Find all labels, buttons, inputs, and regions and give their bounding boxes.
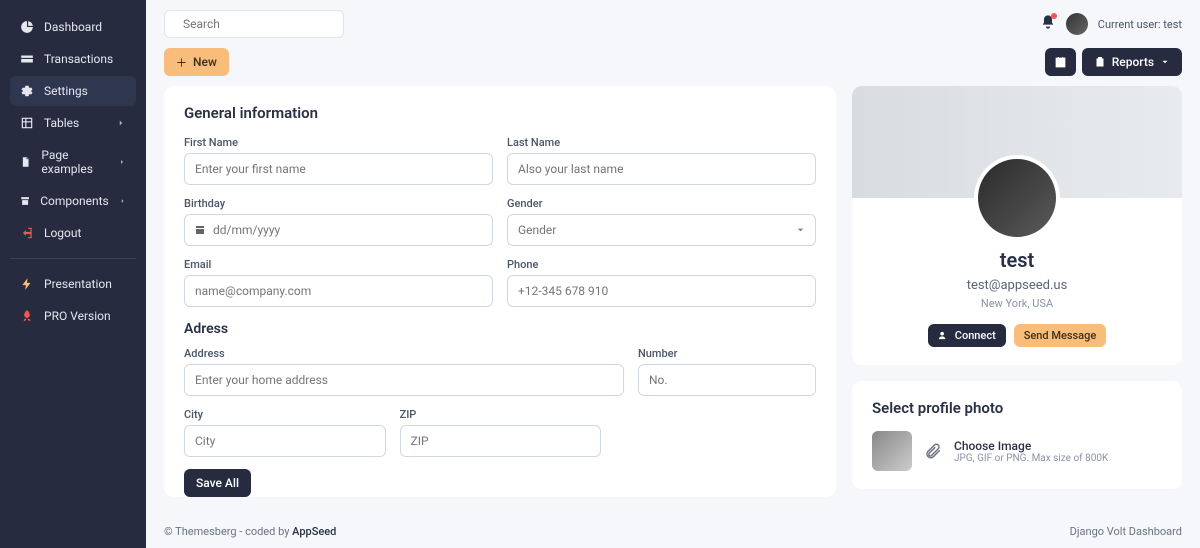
photo-thumbnail: [872, 431, 912, 471]
calendar-icon: [1054, 56, 1067, 69]
upload-hint: JPG, GIF or PNG. Max size of 800K: [954, 453, 1108, 464]
chevron-right-icon: [116, 118, 126, 128]
sidebar-item-label: Transactions: [44, 52, 113, 66]
address-input[interactable]: [184, 364, 624, 396]
upload-card: Select profile photo Choose Image JPG, G…: [852, 381, 1182, 489]
card-icon: [20, 52, 34, 66]
clipboard-icon: [1094, 56, 1106, 68]
email-label: Email: [184, 258, 493, 271]
paperclip-icon[interactable]: [924, 442, 942, 460]
plus-icon: [176, 57, 187, 68]
profile-location: New York, USA: [870, 297, 1164, 310]
profile-cover: [852, 86, 1182, 198]
phone-input[interactable]: [507, 275, 816, 307]
chevron-right-icon: [119, 196, 126, 206]
footer: © Themesberg - coded by AppSeed Django V…: [146, 515, 1200, 548]
last-name-label: Last Name: [507, 136, 816, 149]
chevron-down-icon: [1160, 57, 1170, 67]
sidebar-item-components[interactable]: Components: [10, 186, 136, 216]
notifications-button[interactable]: [1040, 14, 1056, 34]
content: General information First Name Last Name…: [146, 86, 1200, 515]
current-user-label: Current user: test: [1098, 18, 1182, 31]
notification-dot: [1051, 13, 1057, 19]
address-label: Address: [184, 347, 624, 360]
gear-icon: [20, 84, 34, 98]
logout-icon: [20, 226, 34, 240]
topbar: Current user: test: [146, 0, 1200, 48]
profile-name: test: [870, 248, 1164, 272]
first-name-input[interactable]: [184, 153, 493, 185]
button-label: Reports: [1112, 55, 1154, 69]
upload-title: Select profile photo: [872, 399, 1162, 417]
footer-right[interactable]: Django Volt Dashboard: [1070, 525, 1182, 538]
actionbar: New Reports: [146, 48, 1200, 86]
send-message-button[interactable]: Send Message: [1014, 324, 1107, 347]
user-plus-icon: [938, 330, 949, 341]
zip-label: ZIP: [400, 408, 602, 421]
birthday-input[interactable]: [184, 214, 493, 246]
last-name-input[interactable]: [507, 153, 816, 185]
number-label: Number: [638, 347, 816, 360]
sidebar: Dashboard Transactions Settings Tables P…: [0, 0, 146, 548]
avatar[interactable]: [1066, 13, 1088, 35]
sidebar-item-label: Dashboard: [44, 20, 102, 34]
footer-link[interactable]: AppSeed: [292, 525, 336, 538]
new-button[interactable]: New: [164, 48, 229, 76]
gender-select[interactable]: [507, 214, 816, 246]
footer-left: © Themesberg - coded by AppSeed: [164, 525, 336, 538]
profile-email: test@appseed.us: [870, 278, 1164, 293]
bolt-icon: [20, 277, 34, 291]
sidebar-item-label: Components: [40, 194, 109, 208]
search-input[interactable]: [183, 17, 339, 31]
sidebar-item-pro[interactable]: PRO Version: [10, 301, 136, 331]
city-input[interactable]: [184, 425, 386, 457]
choose-image-label[interactable]: Choose Image: [954, 439, 1108, 453]
section-title-general: General information: [184, 104, 816, 122]
profile-card: test test@appseed.us New York, USA Conne…: [852, 86, 1182, 365]
pie-icon: [20, 20, 34, 34]
gender-label: Gender: [507, 197, 816, 210]
sidebar-item-label: Presentation: [44, 277, 112, 291]
form-card: General information First Name Last Name…: [164, 86, 836, 497]
table-icon: [20, 116, 34, 130]
chevron-right-icon: [118, 157, 126, 167]
sidebar-item-tables[interactable]: Tables: [10, 108, 136, 138]
birthday-label: Birthday: [184, 197, 493, 210]
sidebar-item-dashboard[interactable]: Dashboard: [10, 12, 136, 42]
save-all-button[interactable]: Save All: [184, 469, 251, 497]
sidebar-item-label: PRO Version: [44, 309, 111, 323]
sidebar-item-label: Logout: [44, 226, 81, 240]
side-column: test test@appseed.us New York, USA Conne…: [852, 86, 1182, 497]
sidebar-item-transactions[interactable]: Transactions: [10, 44, 136, 74]
sidebar-item-logout[interactable]: Logout: [10, 218, 136, 248]
sidebar-divider: [10, 258, 136, 259]
zip-input[interactable]: [400, 425, 602, 457]
phone-label: Phone: [507, 258, 816, 271]
avatar-large: [974, 155, 1060, 241]
main: Current user: test New Reports General i…: [146, 0, 1200, 548]
archive-icon: [20, 194, 30, 208]
section-title-address: Adress: [184, 321, 816, 337]
first-name-label: First Name: [184, 136, 493, 149]
sidebar-item-label: Settings: [44, 84, 88, 98]
button-label: Connect: [955, 329, 996, 342]
page-icon: [20, 155, 31, 169]
search-wrap: [164, 10, 344, 38]
button-label: New: [193, 55, 217, 69]
sidebar-item-label: Tables: [44, 116, 79, 130]
sidebar-item-page-examples[interactable]: Page examples: [10, 140, 136, 184]
email-input[interactable]: [184, 275, 493, 307]
city-label: City: [184, 408, 386, 421]
sidebar-item-presentation[interactable]: Presentation: [10, 269, 136, 299]
connect-button[interactable]: Connect: [928, 324, 1006, 347]
sidebar-item-label: Page examples: [41, 148, 107, 176]
calendar-button[interactable]: [1045, 48, 1076, 76]
number-input[interactable]: [638, 364, 816, 396]
sidebar-item-settings[interactable]: Settings: [10, 76, 136, 106]
reports-button[interactable]: Reports: [1082, 48, 1182, 76]
rocket-icon: [20, 309, 34, 323]
calendar-icon: [194, 224, 206, 236]
